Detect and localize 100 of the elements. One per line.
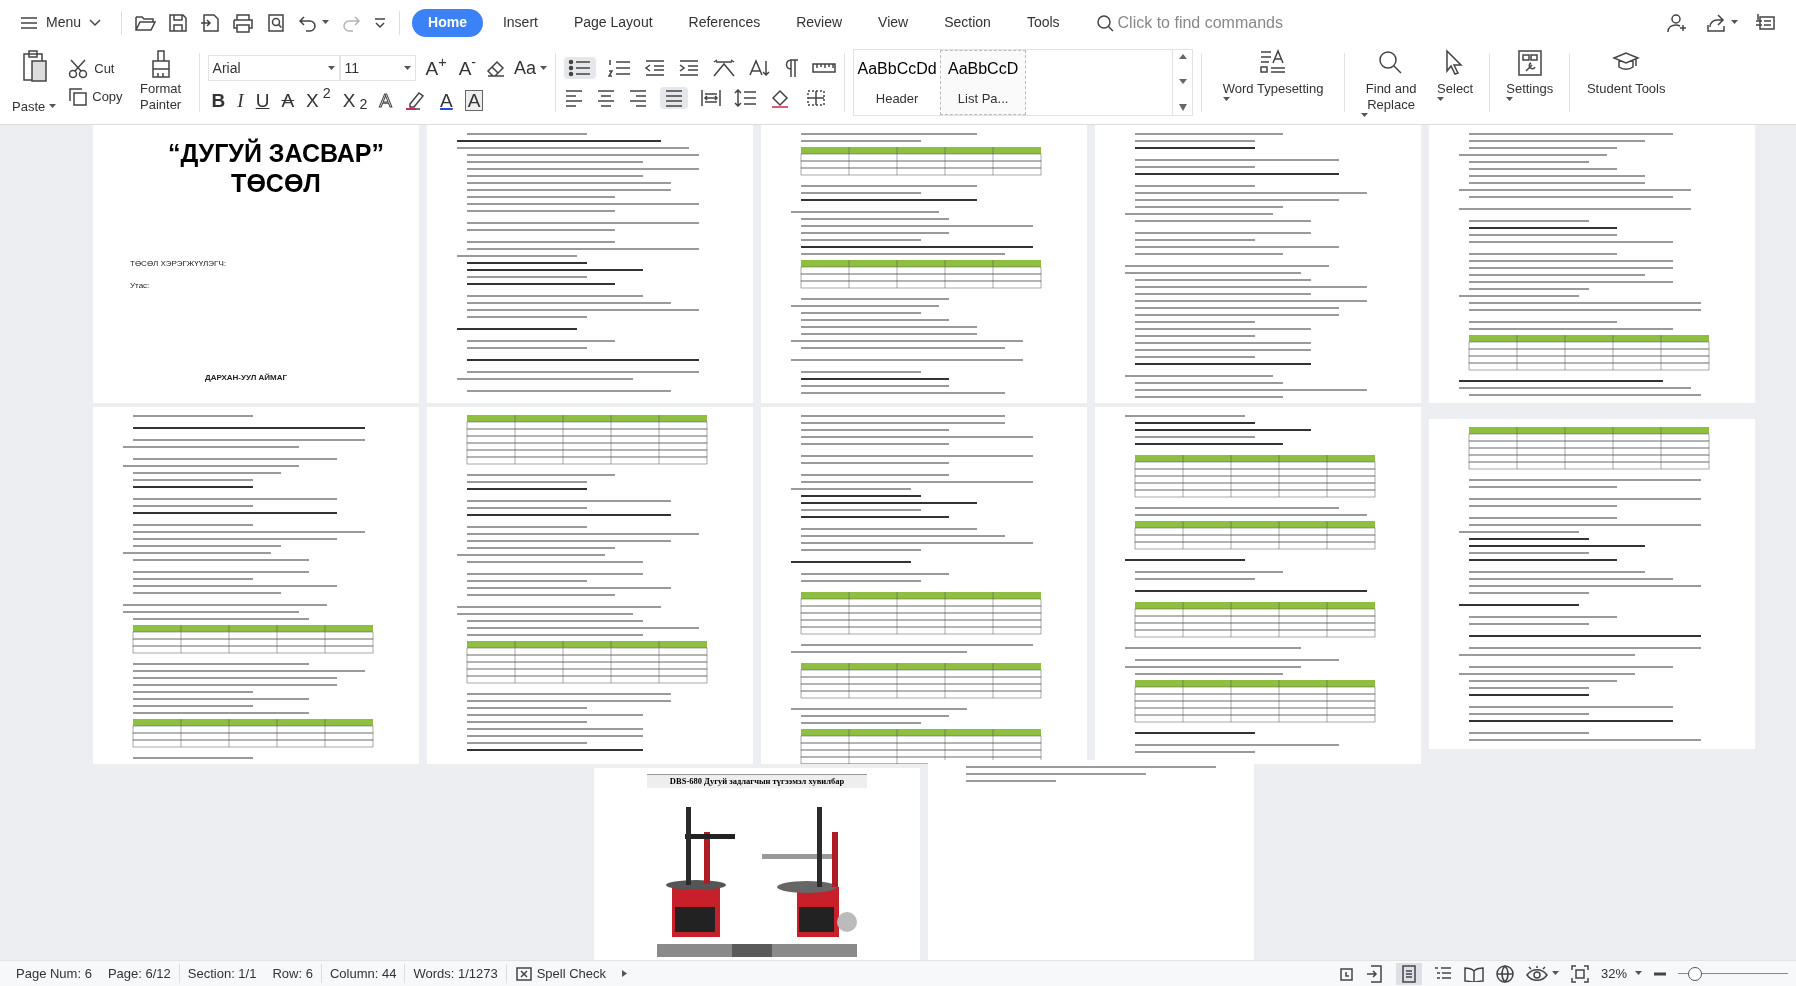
bullet-list-icon[interactable] bbox=[568, 58, 593, 77]
tool-button[interactable]: Word Typesetting bbox=[1210, 45, 1337, 120]
ribbon-tab[interactable]: Section bbox=[928, 8, 1007, 37]
ribbon-tab[interactable]: View bbox=[862, 8, 925, 37]
cover-title: ТӨСӨЛ bbox=[230, 168, 321, 198]
copy-icon bbox=[68, 86, 89, 107]
tool-button[interactable]: Student Tools bbox=[1578, 45, 1675, 120]
line-spacing-icon[interactable] bbox=[734, 88, 759, 107]
executor-label: ТӨСӨЛ ХЭРЭГЖҮҮЛЭГЧ: bbox=[130, 258, 226, 270]
caret-icon[interactable] bbox=[540, 65, 548, 71]
book-x-icon bbox=[514, 965, 533, 982]
status-text: Page Num: 6 bbox=[15, 964, 93, 983]
underline-button[interactable]: U bbox=[255, 90, 270, 110]
more-commands-icon[interactable] bbox=[373, 15, 388, 30]
ribbon-tab[interactable]: Review bbox=[780, 8, 859, 37]
font-size-dropdown[interactable]: 11 bbox=[339, 55, 416, 81]
caret-icon[interactable] bbox=[403, 65, 411, 71]
italic-button[interactable]: I bbox=[237, 90, 244, 110]
borders-icon[interactable] bbox=[806, 88, 827, 107]
settings-icon bbox=[1515, 49, 1544, 77]
eraser-icon[interactable] bbox=[486, 59, 507, 77]
ribbon-tab[interactable]: Page Layout bbox=[557, 8, 669, 37]
status-text: Words: 1/1273 bbox=[404, 963, 506, 984]
caret-icon[interactable] bbox=[1635, 971, 1642, 976]
expand-gallery-icon[interactable] bbox=[1178, 104, 1187, 111]
style-option[interactable]: AaBbCcDd Header bbox=[854, 50, 941, 115]
font-color-button[interactable]: A bbox=[440, 90, 453, 110]
phone-label: Утас: bbox=[130, 280, 151, 292]
export-pdf-icon[interactable] bbox=[200, 12, 221, 33]
tool-button[interactable]: Find and Replace bbox=[1353, 45, 1430, 120]
status-text: Row: 6 bbox=[271, 964, 314, 983]
status-text: Page: 6/12 bbox=[106, 964, 172, 983]
caret-icon[interactable] bbox=[1551, 971, 1559, 976]
scroll-down-icon[interactable] bbox=[1178, 79, 1187, 84]
copy-button[interactable]: Copy bbox=[68, 86, 123, 107]
numbered-list-icon[interactable] bbox=[608, 58, 633, 77]
history-icon[interactable] bbox=[1337, 965, 1354, 982]
zoom-dropdown[interactable]: 32% bbox=[1600, 963, 1642, 984]
align-center-icon[interactable] bbox=[596, 88, 617, 107]
align-left-icon[interactable] bbox=[564, 88, 585, 107]
menu-button[interactable]: Menu bbox=[12, 6, 110, 39]
search-field[interactable]: Click to find commands bbox=[1117, 10, 1356, 35]
caret-icon[interactable] bbox=[327, 65, 335, 71]
slider-thumb[interactable] bbox=[1687, 966, 1702, 981]
paste-button[interactable]: Paste bbox=[8, 45, 61, 120]
sort-icon[interactable] bbox=[748, 58, 771, 77]
zoom-out-icon[interactable] bbox=[1654, 970, 1666, 977]
spell-check-button[interactable]: Spell Check bbox=[505, 963, 615, 984]
menu-icon bbox=[20, 15, 38, 30]
distributed-icon[interactable] bbox=[700, 88, 723, 107]
justify-icon[interactable] bbox=[664, 88, 685, 107]
ribbon-tab[interactable]: Tools bbox=[1010, 8, 1076, 37]
strikethrough-button[interactable]: A bbox=[281, 90, 295, 110]
save-icon[interactable] bbox=[168, 12, 189, 33]
change-case-button[interactable]: Aa bbox=[514, 54, 548, 82]
tool-button[interactable]: Settings bbox=[1498, 45, 1562, 120]
zoom-slider[interactable] bbox=[1678, 966, 1788, 981]
bold-button[interactable]: B bbox=[211, 90, 226, 110]
add-user-icon[interactable] bbox=[1667, 12, 1689, 33]
clipboard-icon bbox=[20, 49, 49, 83]
place-label: ДАРХАН-УУЛ АЙМАГ bbox=[204, 372, 288, 384]
status-text: Column: 44 bbox=[320, 963, 405, 984]
share-icon[interactable] bbox=[1705, 12, 1727, 33]
font-size-button[interactable]: A$^{+}$ bbox=[423, 58, 449, 78]
script-button[interactable]: X$_{2}$ bbox=[342, 90, 368, 110]
eye-icon[interactable] bbox=[1525, 965, 1548, 982]
cut-button[interactable]: Cut bbox=[68, 58, 123, 79]
chevron-down-icon bbox=[89, 18, 102, 27]
tool-button[interactable]: Select bbox=[1429, 45, 1482, 120]
undo-icon[interactable] bbox=[298, 13, 319, 32]
page-view-icon[interactable] bbox=[1399, 964, 1418, 983]
text-direction-icon[interactable] bbox=[712, 58, 737, 77]
image-caption: DBS-680 Дугуй задлагчын түгээмэл хувилбар bbox=[647, 774, 867, 788]
style-option[interactable]: AaBbCcD List Pa... bbox=[940, 50, 1027, 115]
reading-view-icon[interactable] bbox=[1463, 965, 1484, 982]
decrease-indent-icon[interactable] bbox=[644, 58, 667, 77]
fit-page-icon[interactable] bbox=[1570, 964, 1589, 983]
font-name-dropdown[interactable]: Arial bbox=[207, 55, 340, 81]
script-button[interactable]: X$^{2}$ bbox=[306, 90, 331, 110]
caret-icon[interactable] bbox=[49, 103, 57, 109]
character-shading-button[interactable]: A bbox=[464, 89, 484, 111]
font-size-button[interactable]: A$^{-}$ bbox=[456, 58, 479, 78]
scroll-up-icon[interactable] bbox=[1178, 54, 1187, 59]
ribbon-tab[interactable]: Home bbox=[412, 8, 483, 37]
align-right-icon[interactable] bbox=[628, 88, 649, 107]
caret-icon[interactable] bbox=[322, 20, 330, 25]
web-view-icon[interactable] bbox=[1495, 964, 1514, 983]
ribbon-tab[interactable]: Insert bbox=[486, 8, 554, 37]
outline-view-icon[interactable] bbox=[1433, 965, 1452, 982]
mobile-transfer-icon[interactable] bbox=[1365, 964, 1384, 983]
format-painter-button[interactable]: Format Painter bbox=[130, 45, 191, 120]
ruler-icon[interactable] bbox=[812, 60, 837, 75]
increase-indent-icon[interactable] bbox=[678, 58, 701, 77]
search-icon bbox=[1095, 13, 1114, 32]
expand-icon[interactable] bbox=[622, 970, 628, 977]
caret-icon[interactable] bbox=[1731, 20, 1738, 25]
print-icon[interactable] bbox=[232, 12, 255, 33]
comment-list-icon[interactable] bbox=[1754, 12, 1776, 33]
ribbon-tab[interactable]: References bbox=[672, 8, 777, 37]
print-preview-icon[interactable] bbox=[266, 12, 287, 33]
